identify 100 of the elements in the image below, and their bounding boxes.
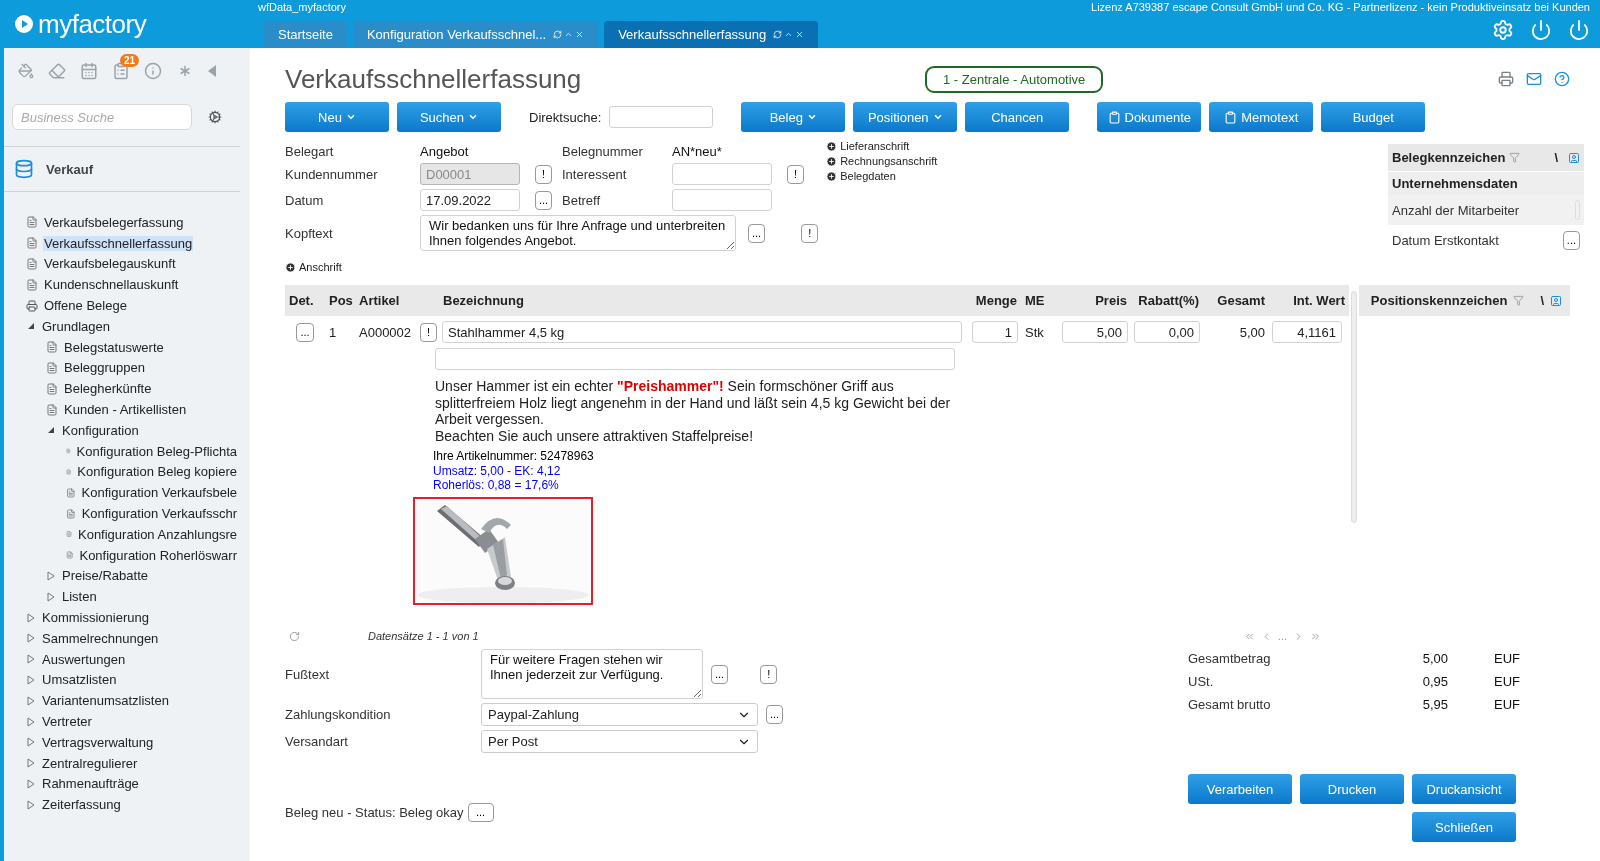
filter-icon[interactable]: [1509, 152, 1521, 163]
scrollbar[interactable]: [1351, 291, 1357, 523]
tree-item[interactable]: Vertragsverwaltung: [41, 734, 155, 750]
action-button[interactable]: Drucken: [1300, 774, 1404, 804]
internal-value-field[interactable]: 4,1161: [1272, 321, 1342, 343]
field-action-button[interactable]: !: [760, 664, 778, 684]
collapsed-triangle-icon[interactable]: [26, 716, 36, 727]
collapsed-triangle-icon[interactable]: [26, 612, 36, 623]
collapsed-triangle-icon[interactable]: [46, 570, 56, 581]
discount-field[interactable]: 0,00: [1134, 321, 1200, 343]
dropdown-button[interactable]: Beleg: [741, 102, 846, 132]
close-icon[interactable]: [575, 30, 585, 39]
tree-item[interactable]: Preise/Rabatte: [61, 568, 149, 584]
tab[interactable]: Startseite: [264, 21, 347, 48]
expanded-triangle-icon[interactable]: [26, 321, 36, 332]
help-icon[interactable]: [1554, 71, 1570, 87]
action-button[interactable]: Schließen: [1412, 812, 1516, 842]
collapsed-triangle-icon[interactable]: [26, 758, 36, 769]
tree-item[interactable]: Konfiguration Verkaufsschr: [80, 506, 238, 522]
tree-item[interactable]: Konfiguration Beleg-Pflichta: [75, 443, 238, 459]
tree-item[interactable]: Verkaufsschnellerfassung: [43, 235, 194, 251]
collapsed-triangle-icon[interactable]: [26, 674, 36, 685]
collapsed-triangle-icon[interactable]: [26, 654, 36, 665]
text-field[interactable]: [672, 163, 772, 185]
tree-item[interactable]: Konfiguration Roherlöswarr: [78, 547, 238, 563]
tree-item[interactable]: Variantenumsatzlisten: [41, 693, 170, 709]
tree-item[interactable]: Listen: [61, 589, 98, 605]
refresh-icon[interactable]: [289, 630, 300, 642]
settings-icon[interactable]: [1492, 19, 1514, 41]
toolbar-button[interactable]: Dokumente: [1097, 102, 1202, 132]
mail-icon[interactable]: [1526, 71, 1542, 87]
toolbar-button[interactable]: Memotext: [1209, 102, 1314, 132]
chevron-up-icon[interactable]: [564, 30, 574, 39]
text-area[interactable]: Für weitere Fragen stehen wir Ihnen jederzeit zur Verfügung.: [481, 649, 703, 699]
filter-icon[interactable]: [1513, 295, 1525, 306]
expanded-triangle-icon[interactable]: [46, 425, 56, 436]
tree-item[interactable]: Sammelrechnungen: [41, 630, 160, 646]
chevron-up-icon[interactable]: [784, 30, 794, 39]
action-button[interactable]: Druckansicht: [1412, 774, 1516, 804]
tree-item[interactable]: Konfiguration Anzahlungsre: [77, 526, 238, 542]
column-chooser-icon[interactable]: [1568, 151, 1580, 164]
tab[interactable]: Konfiguration Verkaufsschnel...: [352, 21, 599, 48]
status-button[interactable]: ...: [467, 803, 494, 822]
tree-item[interactable]: Belegstatuswerte: [63, 339, 165, 355]
direct-search-field[interactable]: [609, 106, 714, 128]
field-action-button[interactable]: ...: [748, 223, 766, 243]
tree-item[interactable]: Vertreter: [41, 714, 93, 729]
column-chooser-icon[interactable]: [1550, 294, 1562, 307]
dropdown-field[interactable]: Per Post: [481, 730, 758, 753]
text-field[interactable]: [672, 189, 772, 211]
tree-item[interactable]: Verkaufsbelegerfassung: [43, 214, 185, 230]
tree-item[interactable]: Konfiguration: [61, 422, 140, 438]
dropdown-field[interactable]: Paypal-Zahlung: [481, 703, 758, 726]
tree-item[interactable]: Beleggruppen: [63, 360, 146, 376]
address-link[interactable]: Belegdaten: [826, 170, 938, 182]
action-button[interactable]: Verarbeiten: [1188, 774, 1292, 804]
tree-item[interactable]: Konfiguration Beleg kopiere: [76, 464, 238, 480]
gears-icon[interactable]: [208, 110, 222, 124]
calendar-icon[interactable]: [80, 62, 98, 80]
field-action-button[interactable]: ...: [766, 705, 784, 724]
tree-item[interactable]: Auswertungen: [41, 651, 127, 667]
detail-button[interactable]: ...: [296, 322, 314, 342]
field-action-button[interactable]: !: [787, 164, 804, 184]
collapsed-triangle-icon[interactable]: [26, 778, 36, 789]
collapsed-triangle-icon[interactable]: [26, 737, 36, 748]
dropdown-button[interactable]: Neu: [285, 102, 389, 132]
task-list-icon[interactable]: [112, 62, 130, 80]
tree-item[interactable]: Umsatzlisten: [41, 672, 118, 688]
tab[interactable]: Verkaufsschnellerfassung: [604, 21, 819, 48]
search-field[interactable]: Business Suche: [12, 104, 192, 130]
text-field[interactable]: 17.09.2022: [420, 189, 520, 211]
collapse-icon[interactable]: [208, 65, 216, 77]
tree-item[interactable]: Zeiterfassung: [41, 797, 122, 813]
field-action-button[interactable]: ...: [535, 190, 553, 210]
field-action-button[interactable]: ...: [711, 664, 729, 684]
tree-item[interactable]: Rahmenaufträge: [41, 776, 140, 792]
price-field[interactable]: 5,00: [1062, 321, 1128, 343]
toolbar-button[interactable]: Budget: [1321, 102, 1426, 132]
eraser-icon[interactable]: [48, 62, 66, 80]
collapsed-triangle-icon[interactable]: [26, 633, 36, 644]
tree-item[interactable]: Konfiguration Verkaufsbele: [80, 485, 238, 501]
tree-item[interactable]: Kundenschnellauskunft: [43, 277, 180, 293]
dropdown-button[interactable]: Suchen: [397, 102, 501, 132]
quantity-field[interactable]: 1: [972, 321, 1018, 343]
info-icon[interactable]: [144, 62, 162, 80]
collapsed-triangle-icon[interactable]: [46, 591, 56, 602]
tree-item[interactable]: Offene Belege: [43, 298, 128, 314]
description-field[interactable]: Stahlhammer 4,5 kg: [442, 321, 962, 343]
bucket-icon[interactable]: [18, 63, 34, 79]
flag-action-button[interactable]: ...: [1562, 230, 1580, 250]
text-area[interactable]: Wir bedanken uns für Ihre Anfrage und unterbreiten Ihnen folgendes Angebot.: [420, 215, 736, 251]
power-icon[interactable]: [1530, 19, 1552, 41]
second-description-field[interactable]: [435, 348, 955, 370]
address-link[interactable]: Anschrift: [285, 261, 819, 273]
print-icon[interactable]: [1498, 71, 1514, 87]
reload-icon[interactable]: [773, 30, 783, 39]
collapsed-triangle-icon[interactable]: [26, 799, 36, 810]
tree-item[interactable]: Zentralregulierer: [41, 755, 139, 771]
close-icon[interactable]: [795, 30, 805, 39]
collapsed-triangle-icon[interactable]: [26, 695, 36, 706]
